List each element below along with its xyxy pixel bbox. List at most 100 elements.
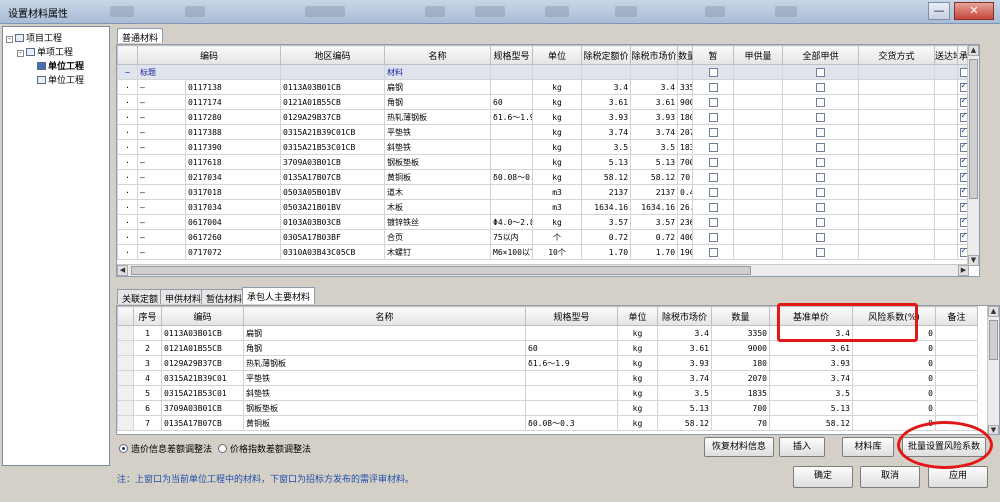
checkbox[interactable] [816,247,826,257]
cell-code[interactable]: 0129A29B37CB [161,355,244,371]
checkbox[interactable] [816,202,826,212]
cell-tax-price[interactable]: 3.93 [581,109,632,125]
cell-code[interactable]: 0117388 [184,124,282,140]
checkbox[interactable] [708,187,718,197]
cell-spec[interactable]: Φ4.0～2.8 [490,214,534,230]
radio-index-price-diff[interactable]: 价格指数差额调整法 [218,442,311,455]
table-row[interactable]: ·—06172600305A17B03BF合页75以内个0.720.72400 [117,229,971,245]
cell-market-price[interactable]: 3.61 [630,94,679,110]
table-row[interactable]: 1 0113A03B01CB 扁钢 kg 3.4 3350 3.4 0 [117,325,978,341]
cell-destination[interactable] [934,169,959,185]
cell-delivery[interactable] [858,184,936,200]
checkbox[interactable] [708,217,718,227]
table-row[interactable]: ·—01171380113A03B01CB扁钢kg3.43.43350 [117,79,971,95]
checkbox[interactable] [708,247,718,257]
cell-unit[interactable]: m3 [532,184,583,200]
cell-unit[interactable]: kg [532,79,583,95]
table-row[interactable]: ·—01173900315A21B53C01CB斜垫铁kg3.53.51835 [117,139,971,155]
cell-area-code[interactable]: 0305A17B03BF [280,229,386,245]
cell-unit[interactable]: kg [532,154,583,170]
cell-market-price[interactable]: 2137 [630,184,679,200]
cell-name[interactable]: 角钢 [243,340,526,356]
table-row[interactable]: 2 0121A01B55CB 角钢 60 kg 3.61 9000 3.61 0 [117,340,978,356]
cell-spec[interactable] [525,370,618,386]
cell-code[interactable]: 0315A21B53C01 [161,385,244,401]
cell-market-price[interactable]: 58.12 [657,415,712,431]
table-row[interactable]: · —0317034 0503A21B01BV 木板 m3 1634.16 1634.16 2… [117,199,971,215]
cell-name[interactable]: 扁钢 [384,79,492,95]
cell-area-code[interactable]: 0315A21B53C01CB [280,139,386,155]
cell-area-code[interactable]: 0113A03B01CB [280,79,386,95]
header-no[interactable]: 序号 [133,306,162,326]
cell-unit[interactable]: kg [617,370,658,386]
header-market-price[interactable]: 除税市场价 [657,306,712,326]
row-selector[interactable] [117,415,134,431]
scroll-up-icon[interactable]: ▲ [988,306,999,317]
table-row[interactable]: 6 3709A03B01CB 钢板垫板 kg 5.13 700 5.13 0 [117,400,978,416]
cell-remark[interactable] [935,400,978,416]
cell-spec[interactable]: δ0.08～0.3 [490,169,534,185]
cell-tax-price[interactable]: 3.61 [581,94,632,110]
cell-name[interactable]: 斜垫铁 [384,139,492,155]
cell-spec[interactable] [490,124,534,140]
cell-destination[interactable] [934,184,959,200]
header-owner-supply-qty[interactable]: 甲供量 [733,45,784,65]
top-grid-vscroll[interactable]: ▲ ▼ [967,45,979,266]
cell-risk-coefficient[interactable]: 0 [852,415,936,431]
cell-qty[interactable]: 2070 [711,370,770,386]
cell-tax-price[interactable]: 3.57 [581,214,632,230]
cell-remark[interactable] [935,415,978,431]
checkbox[interactable] [708,112,718,122]
checkbox[interactable] [816,112,826,122]
tree-item-single-project[interactable]: - 单项工程 [17,45,73,58]
cell-area-code[interactable]: 0503A05B01BV [280,184,386,200]
header-risk-coefficient[interactable]: 风险系数(%) [852,306,936,326]
cell-remark[interactable] [935,385,978,401]
cell-spec[interactable] [490,154,534,170]
cell-market-price[interactable]: 3.74 [657,370,712,386]
header-qty[interactable]: 数量 [711,306,770,326]
cell-delivery[interactable] [858,94,936,110]
checkbox[interactable] [816,82,826,92]
group-row[interactable]: − 标题 材料 [117,64,971,80]
table-row[interactable]: ·—07170720310A03B43C05CB木螺钉M6×100以下10个1.… [117,244,971,260]
cell-code[interactable]: 0113A03B01CB [161,325,244,341]
cell-unit[interactable]: kg [532,124,583,140]
cell-name[interactable]: 钢板垫板 [384,154,492,170]
cell-owner-qty[interactable] [733,229,784,245]
cell-code[interactable]: 0117138 [184,79,282,95]
table-row[interactable]: ·—02170340135A17B07CB黄铜板δ0.08～0.3kg58.12… [117,169,971,185]
header-provisional[interactable]: 暂 [692,45,735,65]
cell-code[interactable]: 0617260 [184,229,282,245]
tab-provisional[interactable]: 暂估材料 [201,289,248,305]
table-row[interactable]: 5 0315A21B53C01 斜垫铁 kg 3.5 1835 3.5 0 [117,385,978,401]
checkbox[interactable] [816,232,826,242]
cell-qty[interactable]: 70 [677,169,694,185]
checkbox[interactable] [816,97,826,107]
header-all-owner-supply[interactable]: 全部甲供 [782,45,860,65]
tab-related-quota[interactable]: 关联定额 [117,289,164,305]
tab-owner-supplied[interactable]: 甲供材料 [160,289,207,305]
cell-code[interactable]: 0117390 [184,139,282,155]
cell-unit[interactable]: kg [532,214,583,230]
header-code[interactable]: 编码 [136,45,282,65]
cell-name[interactable]: 镀锌铁丝 [384,214,492,230]
cell-code[interactable]: 3709A03B01CB [161,400,244,416]
restore-material-button[interactable]: 恢复材料信息 [704,437,774,457]
insert-button[interactable]: 插入 [779,437,825,457]
cancel-button[interactable]: 取消 [860,466,920,488]
cell-base-price[interactable]: 3.4 [769,325,853,341]
cell-name[interactable]: 热轧薄钢板 [243,355,526,371]
row-selector[interactable] [117,325,134,341]
header-name[interactable]: 名称 [384,45,492,65]
cell-risk-coefficient[interactable]: 0 [852,340,936,356]
checkbox[interactable] [708,202,718,212]
cell-name[interactable]: 角钢 [384,94,492,110]
cell-qty[interactable]: 190 [677,244,694,260]
tab-contractor-main-materials[interactable]: 承包人主要材料 [242,287,316,304]
collapse-icon[interactable]: - [17,50,24,57]
cell-base-price[interactable]: 3.93 [769,355,853,371]
cell-name[interactable]: 合页 [384,229,492,245]
cell-owner-qty[interactable] [733,244,784,260]
cell-market-price[interactable]: 3.61 [657,340,712,356]
